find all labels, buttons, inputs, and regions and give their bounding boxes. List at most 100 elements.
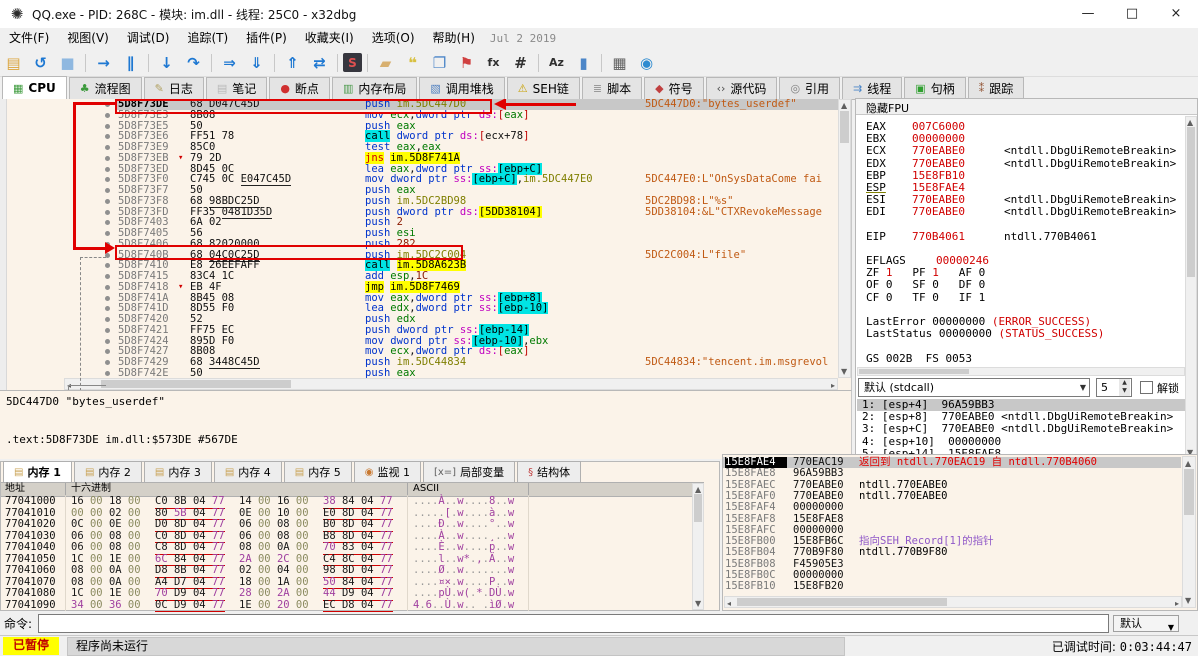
register-line[interactable]: EDX 770EABE0 <ntdll.DbgUiRemoteBreakin> — [866, 157, 1176, 170]
tab-内存 3[interactable]: ▤ 内存 3 — [143, 461, 212, 482]
tab-内存布局[interactable]: ▥ 内存布局 — [331, 77, 418, 99]
breakpoint-dot-icon[interactable] — [105, 370, 110, 376]
tab-内存 5[interactable]: ▤ 内存 5 — [283, 461, 352, 482]
dump-header-address[interactable]: 地址 — [5, 483, 25, 495]
checkbox-icon[interactable] — [1140, 381, 1153, 394]
register-line[interactable]: EDI 770EABE0 <ntdll.DbgUiRemoteBreakin> — [866, 205, 1176, 218]
calculator-icon[interactable]: ▦ — [607, 51, 632, 74]
argument-row[interactable]: 4: [esp+10] 00000000 — [857, 435, 1185, 448]
comment-icon[interactable]: ❝ — [400, 51, 425, 74]
breakpoint-dot-icon[interactable] — [105, 295, 110, 301]
breakpoint-dot-icon[interactable] — [105, 317, 110, 322]
command-input[interactable] — [38, 614, 1110, 633]
stack-row[interactable]: 15E8FAEC 770EABE0 ntdll.770EABE0 — [723, 479, 1181, 491]
menu-item-插件P[interactable]: 插件(P) — [237, 28, 296, 49]
dump-vscrollbar[interactable]: ▲ ▼ — [692, 483, 704, 610]
tab-跟踪[interactable]: ⁑ 跟踪 — [967, 77, 1025, 99]
switch-thread-icon[interactable]: ⇄ — [307, 51, 332, 74]
stack-row[interactable]: 15E8FAF4 00000000 — [723, 501, 1181, 513]
pause-icon[interactable]: ∥ — [118, 51, 143, 74]
open-file-icon[interactable]: ▤ — [1, 51, 26, 74]
breakpoint-dot-icon[interactable] — [105, 338, 110, 344]
tab-日志[interactable]: ✎ 日志 — [143, 77, 204, 99]
tab-结构体[interactable]: § 结构体 — [517, 461, 582, 482]
tab-CPU[interactable]: ▦ CPU — [2, 76, 67, 99]
breakpoint-dot-icon[interactable] — [105, 166, 110, 172]
stack-row[interactable]: 15E8FB0C 00000000 — [723, 569, 1181, 581]
stack-vscrollbar[interactable]: ▲ ▼ — [1182, 456, 1196, 608]
tab-流程图[interactable]: ♣ 流程图 — [68, 77, 142, 99]
flag-value[interactable]: 0 — [886, 291, 913, 304]
flags-line[interactable]: CF 0 TF 0 IF 1 — [866, 291, 1104, 304]
register-line[interactable]: EAX 007C6000 — [866, 120, 1104, 133]
calling-convention-select[interactable]: 默认 (stdcall) ▼ — [858, 378, 1090, 397]
tab-监视 1[interactable]: ◉ 监视 1 — [353, 461, 421, 482]
tab-内存 2[interactable]: ▤ 内存 2 — [73, 461, 142, 482]
stack-row[interactable]: 15E8FB10 15E8FB20 — [723, 580, 1181, 592]
breakpoint-dot-icon[interactable] — [105, 145, 110, 150]
menu-item-追踪T[interactable]: 追踪(T) — [178, 28, 237, 49]
stop-icon[interactable]: ■ — [55, 51, 80, 74]
hide-fpu-button[interactable]: 隐藏FPU — [856, 99, 1197, 115]
tab-内存 1[interactable]: ▤ 内存 1 — [3, 461, 72, 482]
register-value[interactable]: 770EABE0 — [912, 205, 965, 218]
stepper-arrows-icon[interactable]: ▲ ▼ — [1119, 379, 1130, 396]
argument-count-stepper[interactable]: 5 ▲ ▼ — [1096, 378, 1132, 397]
step-into-icon[interactable]: ↓ — [154, 51, 179, 74]
stack-panel[interactable]: 15E8FAE4 770EAC19 返回到 ntdll.770EAC19 自 ntd… — [722, 454, 1198, 611]
scylla-icon[interactable]: S — [343, 53, 362, 72]
stack-row[interactable]: 15E8FB04 770B9F80 ntdll.770B9F80 — [723, 547, 1181, 559]
breakpoint-dot-icon[interactable] — [105, 123, 110, 129]
breakpoint-dot-icon[interactable] — [105, 209, 110, 215]
close-button[interactable]: × — [1154, 0, 1198, 28]
last-status-line[interactable]: LastStatus 00000000 (STATUS_SUCCESS) — [866, 328, 1104, 340]
disassembly-hscrollbar[interactable]: ◂ ▸ — [64, 378, 838, 390]
tab-源代码[interactable]: ‹› 源代码 — [705, 77, 778, 99]
register-value[interactable]: 15E8FB10 — [912, 169, 965, 182]
spacer[interactable] — [866, 219, 1104, 231]
register-line[interactable]: ECX 770EABE0 <ntdll.DbgUiRemoteBreakin> — [866, 144, 1176, 157]
breakpoint-dot-icon[interactable] — [105, 112, 110, 118]
register-value[interactable]: 770EABE0 — [912, 144, 965, 157]
menu-item-帮助H[interactable]: 帮助(H) — [424, 28, 484, 49]
menu-item-视图V[interactable]: 视图(V) — [58, 28, 118, 49]
stack-row[interactable]: 15E8FAE8 96A59BB3 — [723, 467, 1181, 479]
stack-row[interactable]: 15E8FAF0 770EABE0 ntdll.770EABE0 — [723, 490, 1181, 502]
step-out-icon[interactable]: ⇓ — [244, 51, 269, 74]
register-line[interactable]: EIP 770B4061 ntdll.770B4061 — [866, 230, 1104, 243]
flag-value[interactable]: 1 — [979, 291, 1006, 304]
tab-引用[interactable]: ◎ 引用 — [779, 77, 841, 99]
dump-header-ascii[interactable]: ASCII — [413, 483, 439, 495]
tab-断点[interactable]: ● 断点 — [269, 77, 330, 99]
registers-vscrollbar[interactable]: ▲ ▼ — [1185, 116, 1197, 459]
register-value[interactable]: 00000000 — [912, 132, 965, 145]
command-profile-select[interactable]: 默认 ▼ — [1113, 615, 1180, 632]
register-value[interactable]: 770EABE0 — [912, 157, 965, 170]
az-icon[interactable]: Az — [544, 51, 569, 74]
tab-句柄[interactable]: ▣ 句柄 — [904, 77, 966, 99]
breakpoint-dot-icon[interactable] — [105, 274, 110, 279]
flag-value[interactable]: 1 — [932, 266, 959, 279]
tab-线程[interactable]: ⇉ 线程 — [842, 77, 903, 99]
memory-globe-icon[interactable]: ◉ — [634, 51, 659, 74]
register-value[interactable]: 007C6000 — [912, 120, 965, 133]
menu-item-调试D[interactable]: 调试(D) — [118, 28, 179, 49]
hash-icon[interactable]: # — [508, 51, 533, 74]
minimize-button[interactable]: — — [1066, 0, 1110, 28]
maximize-button[interactable]: □ — [1110, 0, 1154, 28]
tab-内存 4[interactable]: ▤ 内存 4 — [213, 461, 282, 482]
register-value[interactable]: 770B4061 — [912, 230, 965, 243]
breakpoint-dot-icon[interactable] — [105, 198, 110, 204]
breakpoint-dot-icon[interactable] — [105, 134, 110, 140]
register-line[interactable]: EBP 15E8FB10 — [866, 169, 1104, 182]
flag-value[interactable]: 1 — [886, 266, 913, 279]
tab-符号[interactable]: ◆ 符号 — [644, 77, 704, 99]
stack-row[interactable]: 15E8FAF8 15E8FAE8 — [723, 513, 1181, 525]
tab-脚本[interactable]: ≣ 脚本 — [581, 77, 643, 99]
stack-row[interactable]: 15E8FAE4 770EAC19 返回到 ntdll.770EAC19 自 ntd… — [723, 456, 1181, 469]
disassembly-panel[interactable]: 5D8F73DE 68 D047C45D push im.5DC447D0 5DC44… — [0, 99, 852, 390]
stack-hscrollbar[interactable]: ◂ ▸ — [724, 596, 1182, 608]
dump-header-hex[interactable]: 十六进制 — [71, 483, 111, 495]
breakpoint-dot-icon[interactable] — [105, 327, 110, 333]
breakpoint-dot-icon[interactable] — [105, 231, 110, 236]
